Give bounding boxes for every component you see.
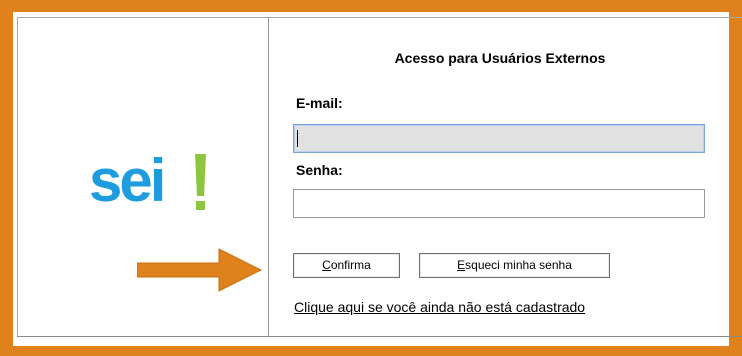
panel-divider [268, 17, 269, 337]
email-input[interactable] [293, 124, 705, 153]
password-input[interactable] [293, 189, 705, 218]
confirma-button[interactable]: Confirma [293, 253, 400, 278]
confirma-label: onfirma [330, 258, 371, 272]
esqueci-label: squeci minha senha [465, 258, 572, 272]
login-title: Acesso para Usuários Externos [394, 50, 606, 66]
panel-bottom-border [17, 336, 742, 337]
register-link[interactable]: Clique aqui se você ainda não está cadas… [294, 299, 585, 315]
email-label: E-mail: [296, 95, 343, 111]
esqueci-accesskey: E [457, 258, 466, 272]
logo-text: sei [89, 147, 166, 214]
confirma-accesskey: C [322, 258, 331, 272]
sei-logo: sei [89, 148, 219, 214]
senha-label: Senha: [296, 162, 343, 178]
logo-exclamation-icon [195, 154, 206, 210]
text-caret [297, 130, 298, 147]
arrow-right-icon [137, 248, 263, 292]
forgot-password-button[interactable]: Esqueci minha senha [419, 253, 610, 278]
